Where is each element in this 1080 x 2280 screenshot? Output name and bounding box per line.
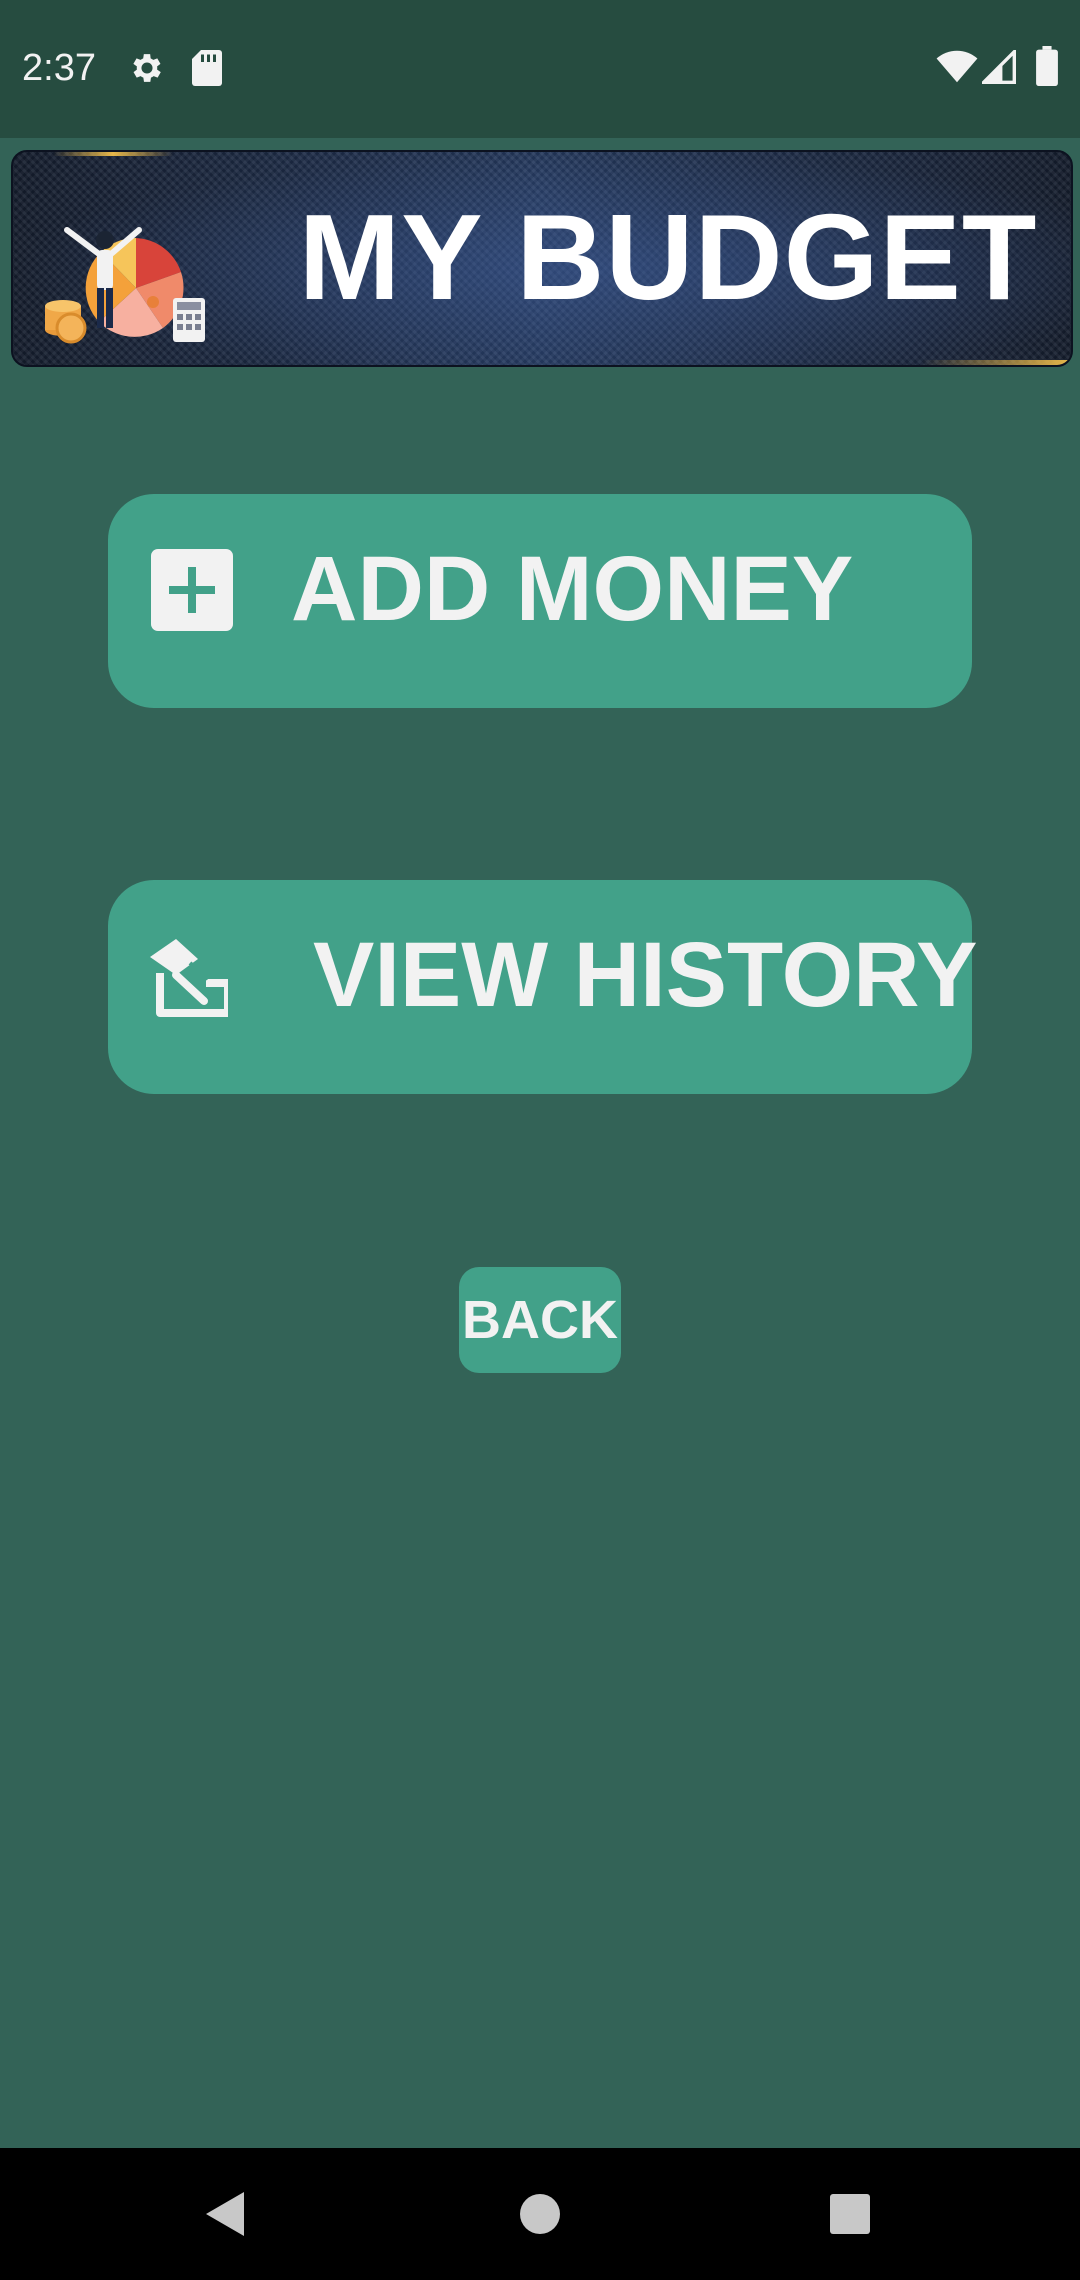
- add-money-button[interactable]: ADD MONEY: [108, 494, 972, 708]
- cell-signal-icon: [982, 50, 1016, 84]
- add-money-label: ADD MONEY: [291, 538, 854, 640]
- banner-decoration: [53, 152, 173, 156]
- view-history-button[interactable]: VIEW HISTORY: [108, 880, 978, 1094]
- system-nav-bar: [0, 2148, 1080, 2280]
- wifi-icon: [936, 50, 978, 83]
- back-triangle-icon[interactable]: [204, 2190, 246, 2238]
- battery-icon: [1036, 46, 1058, 86]
- back-button[interactable]: BACK: [459, 1267, 621, 1373]
- status-bar: 2:37: [0, 0, 1080, 138]
- sd-card-icon: [192, 50, 222, 86]
- banner-decoration: [921, 360, 1071, 365]
- settings-icon: [133, 54, 161, 82]
- home-circle-icon[interactable]: [518, 2192, 562, 2236]
- recents-square-icon[interactable]: [829, 2193, 871, 2235]
- status-time: 2:37: [22, 47, 96, 89]
- app-title: MY BUDGET: [298, 189, 1038, 325]
- history-icon: [150, 939, 228, 1017]
- app-banner: MY BUDGET: [11, 150, 1073, 367]
- view-history-label: VIEW HISTORY: [313, 924, 978, 1026]
- plus-box-icon: [151, 549, 233, 631]
- budget-illustration-icon: [45, 227, 205, 344]
